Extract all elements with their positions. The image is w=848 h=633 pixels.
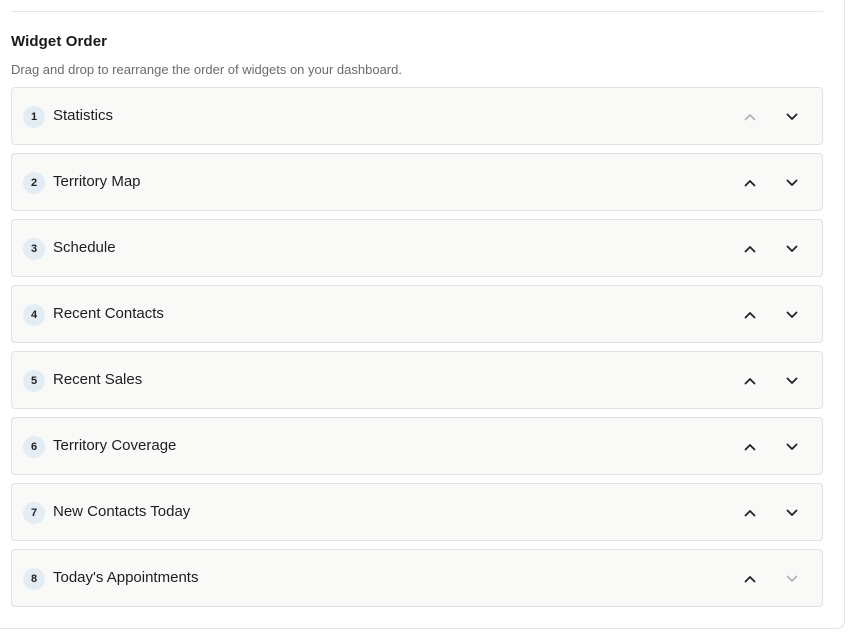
- move-down-button[interactable]: [778, 565, 806, 593]
- position-badge: 1: [23, 106, 45, 128]
- chevron-up-icon: [744, 576, 756, 583]
- widget-label: Statistics: [53, 107, 114, 124]
- move-down-button[interactable]: [778, 367, 806, 395]
- widget-item[interactable]: 6 Territory Coverage: [11, 417, 823, 475]
- chevron-down-icon: [786, 179, 798, 186]
- chevron-down-icon: [786, 113, 798, 120]
- position-badge: 3: [23, 238, 45, 260]
- section-title: Widget Order: [11, 33, 108, 50]
- chevron-down-icon: [786, 377, 798, 384]
- chevron-up-icon: [744, 180, 756, 187]
- move-down-button[interactable]: [778, 499, 806, 527]
- section-description: Drag and drop to rearrange the order of …: [11, 62, 402, 77]
- position-badge: 5: [23, 370, 45, 392]
- widget-item[interactable]: 2 Territory Map: [11, 153, 823, 211]
- widget-label: Territory Coverage: [53, 437, 177, 454]
- move-up-button[interactable]: [736, 235, 764, 263]
- position-badge: 7: [23, 502, 45, 524]
- chevron-up-icon: [744, 114, 756, 121]
- widget-label: Recent Sales: [53, 371, 143, 388]
- position-badge: 4: [23, 304, 45, 326]
- widget-item[interactable]: 8 Today's Appointments: [11, 549, 823, 607]
- widget-item[interactable]: 4 Recent Contacts: [11, 285, 823, 343]
- widget-label: Territory Map: [53, 173, 141, 190]
- chevron-up-icon: [744, 444, 756, 451]
- widget-order-panel: Widget Order Drag and drop to rearrange …: [0, 0, 845, 629]
- widget-item[interactable]: 3 Schedule: [11, 219, 823, 277]
- widget-order-list: 1 Statistics 2 Territory Map 3 Schedule …: [11, 87, 823, 607]
- section-divider: [11, 11, 823, 12]
- move-down-button[interactable]: [778, 169, 806, 197]
- position-badge: 2: [23, 172, 45, 194]
- move-up-button[interactable]: [736, 301, 764, 329]
- chevron-up-icon: [744, 312, 756, 319]
- move-up-button[interactable]: [736, 499, 764, 527]
- widget-label: New Contacts Today: [53, 503, 191, 520]
- move-up-button[interactable]: [736, 103, 764, 131]
- move-up-button[interactable]: [736, 565, 764, 593]
- chevron-down-icon: [786, 245, 798, 252]
- widget-item[interactable]: 1 Statistics: [11, 87, 823, 145]
- move-down-button[interactable]: [778, 301, 806, 329]
- widget-label: Today's Appointments: [53, 569, 199, 586]
- move-down-button[interactable]: [778, 235, 806, 263]
- widget-label: Schedule: [53, 239, 116, 256]
- move-down-button[interactable]: [778, 103, 806, 131]
- chevron-up-icon: [744, 510, 756, 517]
- move-down-button[interactable]: [778, 433, 806, 461]
- widget-item[interactable]: 5 Recent Sales: [11, 351, 823, 409]
- chevron-up-icon: [744, 246, 756, 253]
- position-badge: 6: [23, 436, 45, 458]
- chevron-down-icon: [786, 311, 798, 318]
- chevron-down-icon: [786, 575, 798, 582]
- chevron-up-icon: [744, 378, 756, 385]
- move-up-button[interactable]: [736, 169, 764, 197]
- move-up-button[interactable]: [736, 433, 764, 461]
- position-badge: 8: [23, 568, 45, 590]
- move-up-button[interactable]: [736, 367, 764, 395]
- widget-label: Recent Contacts: [53, 305, 164, 322]
- chevron-down-icon: [786, 509, 798, 516]
- widget-item[interactable]: 7 New Contacts Today: [11, 483, 823, 541]
- chevron-down-icon: [786, 443, 798, 450]
